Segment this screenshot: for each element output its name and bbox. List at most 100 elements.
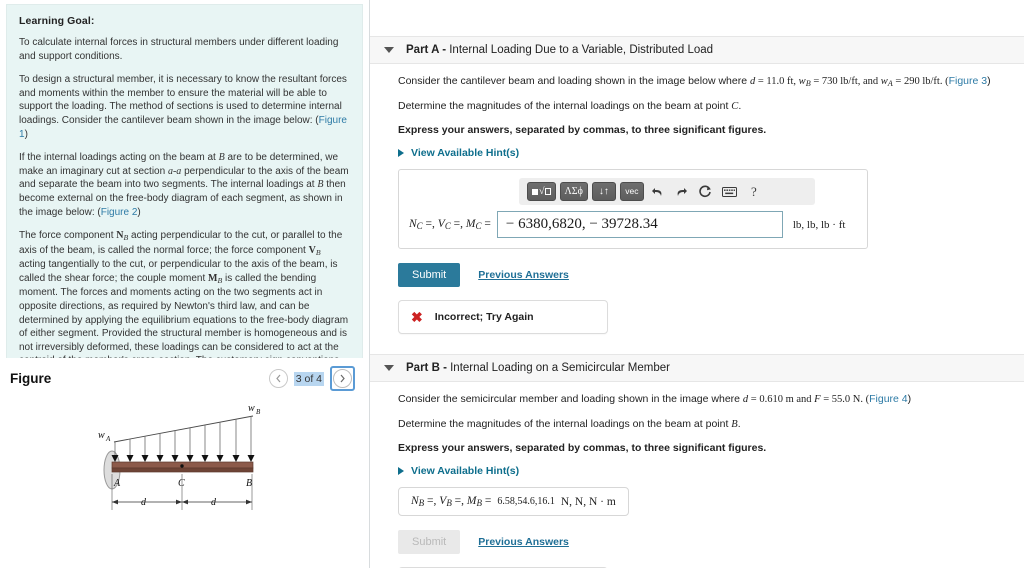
beam-diagram: w A w B A C B d d: [98, 403, 261, 510]
right-panel: Part A - Internal Loading Due to a Varia…: [370, 0, 1024, 568]
part-a-subtitle: Internal Loading Due to a Variable, Dist…: [446, 44, 714, 56]
pb-M-sub: B: [476, 498, 482, 509]
p4-var-V: V: [308, 244, 316, 256]
part-a-submit-button[interactable]: Submit: [398, 263, 461, 288]
pa-q2-a: Determine the magnitudes of the internal…: [398, 99, 732, 112]
learning-goal-paragraph-4: The force component NB acting perpendicu…: [19, 229, 350, 359]
part-a-hints-toggle[interactable]: View Available Hint(s): [398, 147, 1004, 159]
pa-V-sub: C: [444, 221, 451, 232]
part-b-previous-answers-link[interactable]: Previous Answers: [478, 536, 569, 548]
pb-q1-end: ): [907, 393, 912, 406]
pb-N: N: [411, 495, 419, 508]
part-a-body: Consider the cantilever beam and loading…: [370, 64, 1024, 340]
figure-title: Figure: [10, 371, 52, 386]
svg-text:w: w: [248, 403, 255, 414]
svg-text:B: B: [256, 408, 261, 416]
part-b-button-row: Submit Previous Answers: [398, 530, 1004, 555]
part-b-hints-toggle[interactable]: View Available Hint(s): [398, 465, 1004, 477]
pa-wB-value: = 730 lb/ft, and: [810, 76, 881, 87]
square-root-button[interactable]: √: [527, 182, 556, 202]
learning-goal-paragraph-1: To calculate internal forces in structur…: [19, 37, 339, 62]
part-b-title: Part B - Internal Loading on a Semicircu…: [406, 362, 670, 374]
figure-2-link[interactable]: Figure 2: [101, 207, 138, 218]
svg-text:C: C: [178, 478, 185, 489]
pa-M: M: [465, 217, 476, 230]
part-b-header[interactable]: Part B - Internal Loading on a Semicircu…: [370, 354, 1024, 383]
problem-page: Learning Goal: To calculate internal for…: [0, 0, 1024, 568]
p3-text-a: If the internal loadings acting on the b…: [19, 152, 219, 164]
p4-var-V-sub: B: [315, 247, 321, 257]
redo-icon[interactable]: [672, 182, 692, 201]
learning-goal-panel: Learning Goal: To calculate internal for…: [6, 4, 363, 360]
pa-d-value: = 11.0 ft,: [755, 76, 799, 87]
part-b-units: N, N, N · m: [560, 495, 616, 508]
pa-var-wB: w: [798, 76, 806, 87]
figure-body: w A w B A C B d d: [0, 392, 369, 568]
pb-d-value: = 0.610 m and: [748, 394, 815, 406]
figure-next-button[interactable]: [330, 366, 355, 391]
part-a-button-row: Submit Previous Answers: [398, 263, 1004, 288]
arrows-button[interactable]: ↓↑: [591, 182, 616, 202]
svg-text:w: w: [98, 430, 105, 441]
keyboard-icon[interactable]: [720, 182, 740, 201]
math-toolbar: √ ΛΣϕ ↓↑ vec ?: [519, 178, 815, 206]
p2-text-b: ): [24, 128, 28, 140]
chevron-left-icon[interactable]: [268, 369, 288, 388]
reset-icon[interactable]: [696, 182, 716, 201]
part-a-instruction: Express your answers, separated by comma…: [398, 124, 767, 137]
pa-V: V: [437, 217, 445, 230]
caret-right-icon[interactable]: [398, 149, 404, 158]
pb-F-value: = 55.0 N. (: [820, 394, 870, 406]
p3-section-aa: a-a: [167, 165, 182, 177]
pb-V-sub: B: [446, 498, 452, 509]
part-a-previous-answers-link[interactable]: Previous Answers: [478, 269, 569, 281]
part-b-answer-card[interactable]: NB =, VB =, MB = 6.58,54.6,16.1 N, N, N …: [398, 487, 629, 517]
svg-text:A: A: [113, 478, 121, 489]
part-a-answer-row: NC =, VC =, MC = − 6380,6820, − 39728.34…: [409, 211, 857, 239]
part-a-hints-label[interactable]: View Available Hint(s): [411, 147, 519, 159]
pa-q1-a: Consider the cantilever beam and loading…: [398, 75, 750, 87]
part-b-hints-label[interactable]: View Available Hint(s): [411, 465, 519, 477]
p3-text-e: ): [137, 206, 141, 218]
left-panel: Learning Goal: To calculate internal for…: [0, 0, 370, 568]
learning-goal-paragraph-2: To design a structural member, it is nec…: [19, 73, 350, 141]
part-a-answer-card: √ ΛΣϕ ↓↑ vec ? NC =, VC =, MC = − 6380,6…: [398, 169, 868, 250]
part-b-body: Consider the semicircular member and loa…: [370, 382, 1024, 568]
undo-icon[interactable]: [648, 182, 668, 201]
caret-down-icon[interactable]: [384, 47, 394, 53]
part-a-answer-input[interactable]: − 6380,6820, − 39728.34: [496, 211, 783, 239]
pb-N-sub: B: [418, 498, 425, 509]
figure-3-link[interactable]: Figure 3: [949, 75, 988, 87]
part-a-question-2: Determine the magnitudes of the internal…: [398, 99, 1004, 115]
part-b-instruction: Express your answers, separated by comma…: [398, 442, 767, 455]
part-a-question-1: Consider the cantilever beam and loading…: [398, 74, 1004, 90]
svg-text:d: d: [141, 497, 147, 508]
learning-goal-paragraph-3: If the internal loadings acting on the b…: [19, 151, 350, 219]
pa-var-wA: w: [880, 76, 888, 87]
pb-q2-b: .: [737, 417, 741, 430]
pa-M-sub: C: [475, 221, 482, 232]
part-b-answer-value: 6.58,54.6,16.1: [497, 496, 555, 508]
help-icon[interactable]: ?: [744, 182, 764, 201]
greek-symbols-button[interactable]: ΛΣϕ: [559, 182, 588, 202]
vector-button[interactable]: vec: [619, 182, 644, 202]
figure-4-link[interactable]: Figure 4: [869, 393, 908, 405]
part-b-label: Part B -: [406, 362, 447, 375]
part-a-answer-label: NC =, VC =, MC =: [409, 217, 491, 232]
pa-wA-value: = 290 lb/ft. (: [892, 76, 949, 87]
pb-M: M: [466, 495, 477, 508]
part-b-answer-label: NB =, VB =, MB =: [411, 495, 492, 509]
p4-var-N: N: [116, 230, 124, 242]
p4-text-a: The force component: [19, 230, 117, 242]
top-spacer: [370, 0, 1024, 36]
pa-N-sub: C: [416, 221, 423, 232]
caret-right-icon[interactable]: [398, 467, 404, 476]
pb-q2-a: Determine the magnitudes of the internal…: [398, 417, 732, 430]
caret-down-icon[interactable]: [384, 365, 394, 372]
part-a-header[interactable]: Part A - Internal Loading Due to a Varia…: [370, 36, 1024, 64]
part-b-subtitle: Internal Loading on a Semicircular Membe…: [446, 362, 670, 375]
svg-text:B: B: [246, 478, 252, 489]
p4-text-d: is called the bending moment. The forces…: [19, 272, 349, 359]
chevron-right-icon[interactable]: [333, 369, 352, 388]
svg-text:d: d: [211, 497, 217, 508]
